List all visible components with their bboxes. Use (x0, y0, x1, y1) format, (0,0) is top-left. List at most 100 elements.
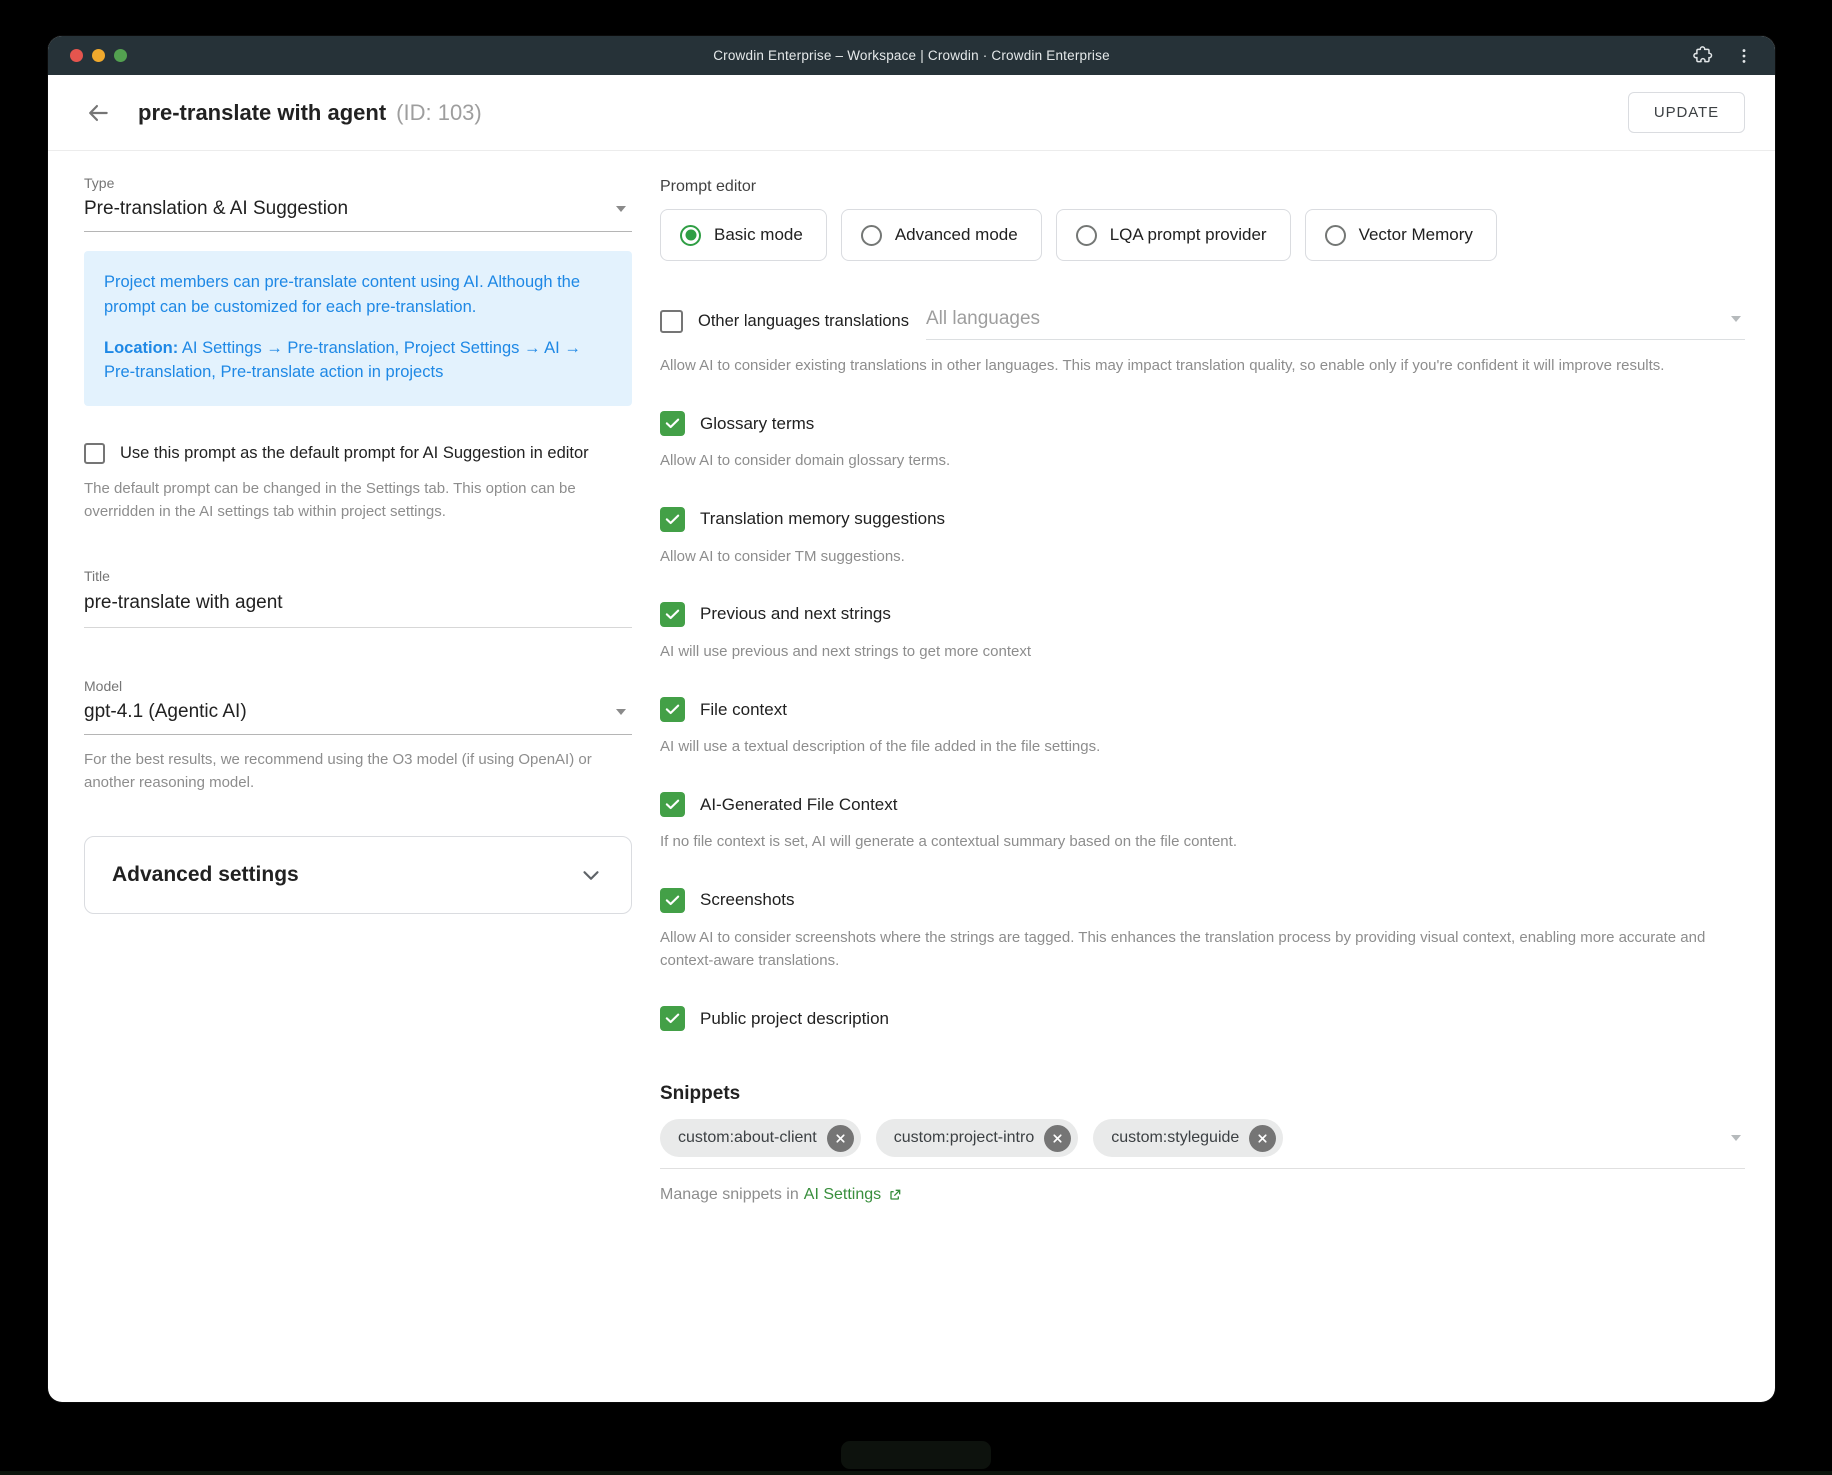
snippet-chip-label: custom:styleguide (1111, 1129, 1239, 1147)
mode-vector-memory[interactable]: Vector Memory (1305, 209, 1497, 261)
radio-unselected-icon (1076, 225, 1097, 246)
mode-label: Basic mode (714, 225, 803, 245)
chevron-down-icon (1731, 316, 1741, 322)
checkbox-label: Translation memory suggestions (700, 509, 945, 529)
checkbox-checked-icon[interactable] (660, 507, 685, 532)
mode-label: Vector Memory (1359, 225, 1473, 245)
option-help-text: Allow AI to consider domain glossary ter… (660, 449, 1745, 472)
model-select[interactable]: gpt-4.1 (Agentic AI) (84, 694, 632, 735)
checkbox-label: Screenshots (700, 890, 795, 910)
back-arrow-button[interactable] (84, 99, 112, 127)
manage-snippets-text: Manage snippets in (660, 1186, 799, 1204)
advanced-settings-toggle[interactable]: Advanced settings (84, 836, 632, 914)
minimize-window-button[interactable] (92, 49, 105, 62)
option-public-project-description: Public project description (660, 1006, 1745, 1031)
option-glossary-terms: Glossary terms Allow AI to consider doma… (660, 411, 1745, 472)
snippets-heading: Snippets (660, 1083, 1745, 1105)
other-languages-checkbox-row[interactable]: Other languages translations (660, 310, 909, 340)
option-help-text: Allow AI to consider TM suggestions. (660, 545, 1745, 568)
option-screenshots: Screenshots Allow AI to consider screens… (660, 888, 1745, 973)
checkbox-checked-icon[interactable] (660, 1006, 685, 1031)
title-input[interactable]: pre-translate with agent (84, 586, 632, 628)
snippet-chip: custom:project-intro (876, 1119, 1079, 1157)
maximize-window-button[interactable] (114, 49, 127, 62)
info-box-paragraph: Project members can pre-translate conten… (104, 270, 610, 320)
extensions-puzzle-icon[interactable] (1691, 45, 1713, 67)
remove-chip-icon[interactable] (1249, 1125, 1276, 1152)
option-ai-generated-file-context: AI-Generated File Context If no file con… (660, 792, 1745, 853)
type-field-label: Type (84, 175, 632, 191)
radio-unselected-icon (1325, 225, 1346, 246)
info-box-location: Location: AI Settings → Pre-translation,… (104, 336, 610, 386)
settings-left-column: Type Pre-translation & AI Suggestion Pro… (84, 175, 632, 1204)
option-help-text: Allow AI to consider screenshots where t… (660, 926, 1745, 973)
other-languages-label: Other languages translations (698, 312, 909, 331)
option-previous-next-strings: Previous and next strings AI will use pr… (660, 602, 1745, 663)
model-help-text: For the best results, we recommend using… (84, 748, 632, 795)
checkbox-checked-icon[interactable] (660, 411, 685, 436)
checkbox-label: Previous and next strings (700, 604, 891, 624)
close-window-button[interactable] (70, 49, 83, 62)
checkbox-row[interactable]: AI-Generated File Context (660, 792, 1745, 817)
checkbox-unchecked-icon[interactable] (660, 310, 683, 333)
option-translation-memory-suggestions: Translation memory suggestions Allow AI … (660, 507, 1745, 568)
checkbox-row[interactable]: File context (660, 697, 1745, 722)
other-languages-row: Other languages translations All languag… (660, 308, 1745, 340)
prompt-editor-label: Prompt editor (660, 178, 1745, 196)
checkbox-checked-icon[interactable] (660, 888, 685, 913)
checkbox-label: AI-Generated File Context (700, 795, 897, 815)
other-languages-help-text: Allow AI to consider existing translatio… (660, 354, 1745, 377)
snippet-chip: custom:styleguide (1093, 1119, 1283, 1157)
ai-settings-link[interactable]: AI Settings (804, 1186, 881, 1204)
settings-right-column: Prompt editor Basic mode Advanced mode L… (660, 175, 1745, 1204)
checkbox-label: Glossary terms (700, 414, 814, 434)
checkbox-row[interactable]: Previous and next strings (660, 602, 1745, 627)
checkbox-checked-icon[interactable] (660, 697, 685, 722)
snippet-chip-label: custom:project-intro (894, 1129, 1035, 1147)
checkbox-row[interactable]: Translation memory suggestions (660, 507, 1745, 532)
remove-chip-icon[interactable] (827, 1125, 854, 1152)
type-select[interactable]: Pre-translation & AI Suggestion (84, 191, 632, 232)
title-field-label: Title (84, 568, 632, 584)
dock-hint (841, 1441, 991, 1469)
mode-lqa-prompt-provider[interactable]: LQA prompt provider (1056, 209, 1291, 261)
page-title: pre-translate with agent (138, 100, 386, 126)
checkbox-row[interactable]: Glossary terms (660, 411, 1745, 436)
checkbox-checked-icon[interactable] (660, 792, 685, 817)
external-link-icon[interactable] (887, 1187, 903, 1203)
chevron-down-icon (578, 862, 604, 888)
snippet-chip-label: custom:about-client (678, 1129, 817, 1147)
update-button[interactable]: UPDATE (1628, 92, 1745, 133)
traffic-lights (70, 49, 127, 62)
info-box: Project members can pre-translate conten… (84, 251, 632, 406)
checkbox-row[interactable]: Screenshots (660, 888, 1745, 913)
default-prompt-checkbox-row[interactable]: Use this prompt as the default prompt fo… (84, 443, 632, 464)
model-field-label: Model (84, 678, 632, 694)
option-help-text: If no file context is set, AI will gener… (660, 830, 1745, 853)
advanced-settings-label: Advanced settings (112, 863, 299, 887)
checkbox-row[interactable]: Public project description (660, 1006, 1745, 1031)
mode-label: LQA prompt provider (1110, 225, 1267, 245)
default-prompt-help-text: The default prompt can be changed in the… (84, 477, 632, 524)
prompt-editor-mode-group: Basic mode Advanced mode LQA prompt prov… (660, 209, 1745, 261)
kebab-menu-icon[interactable] (1733, 45, 1755, 67)
chevron-down-icon (616, 206, 626, 212)
checkbox-label: File context (700, 700, 787, 720)
browser-window: Crowdin Enterprise – Workspace | Crowdin… (48, 36, 1775, 1402)
mode-basic[interactable]: Basic mode (660, 209, 827, 261)
checkbox-checked-icon[interactable] (660, 602, 685, 627)
radio-unselected-icon (861, 225, 882, 246)
remove-chip-icon[interactable] (1044, 1125, 1071, 1152)
mode-advanced[interactable]: Advanced mode (841, 209, 1042, 261)
window-title: Crowdin Enterprise – Workspace | Crowdin… (48, 48, 1775, 63)
mode-label: Advanced mode (895, 225, 1018, 245)
checkbox-label: Public project description (700, 1009, 889, 1029)
manage-snippets-line: Manage snippets in AI Settings (660, 1186, 1745, 1204)
all-languages-select[interactable]: All languages (926, 308, 1745, 340)
snippet-chips: custom:about-client custom:project-intro… (660, 1119, 1283, 1157)
window-titlebar: Crowdin Enterprise – Workspace | Crowdin… (48, 36, 1775, 75)
snippets-select[interactable]: custom:about-client custom:project-intro… (660, 1119, 1745, 1169)
checkbox-unchecked-icon[interactable] (84, 443, 105, 464)
type-select-value: Pre-translation & AI Suggestion (84, 198, 348, 220)
screen-bottom-edge (0, 1471, 1832, 1475)
